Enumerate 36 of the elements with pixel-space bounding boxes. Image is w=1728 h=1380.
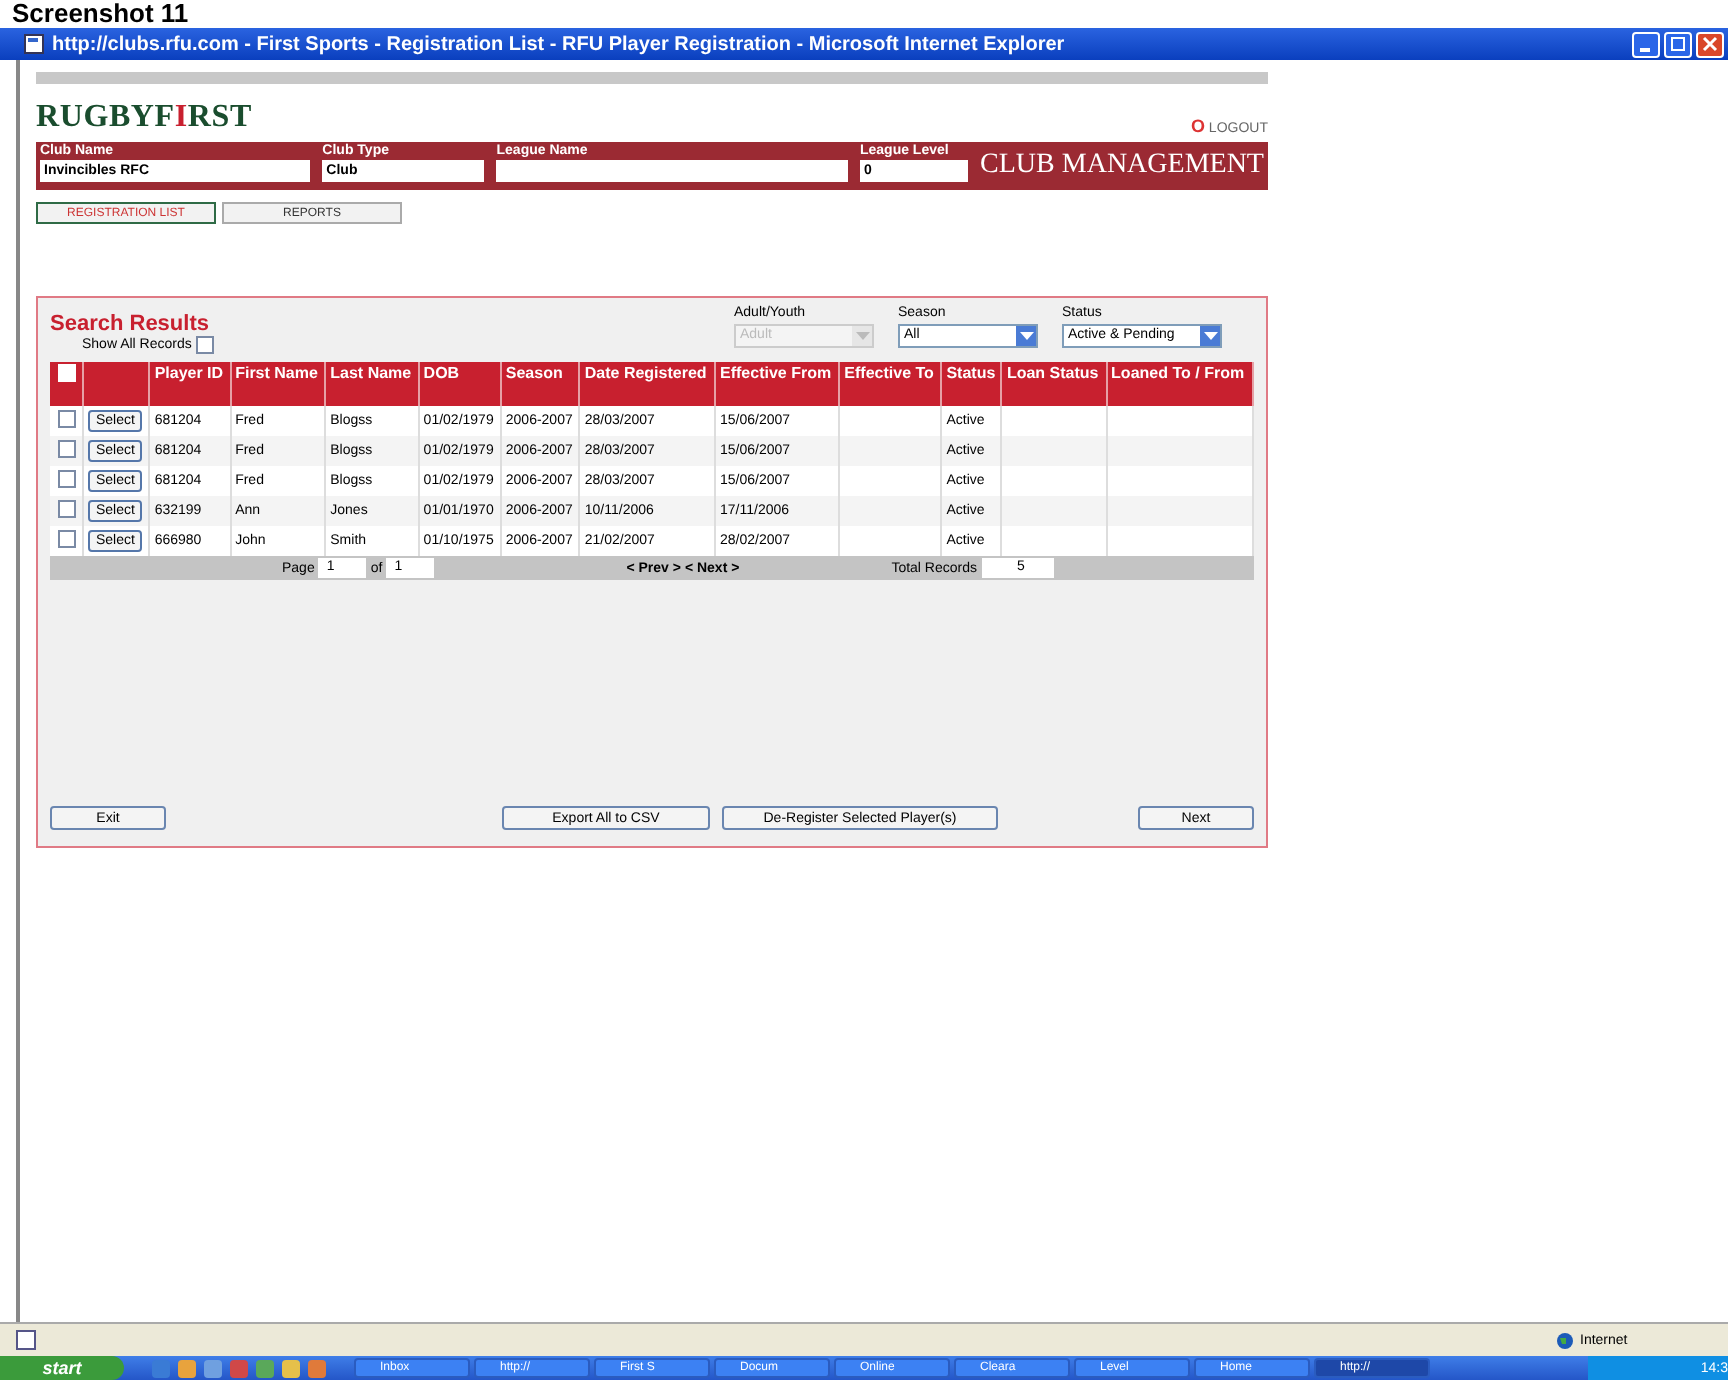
row-checkbox[interactable]	[57, 500, 75, 518]
page-icon	[16, 1330, 36, 1350]
row-checkbox[interactable]	[57, 470, 75, 488]
column-header: Last Name	[325, 362, 419, 406]
club-field[interactable]	[496, 160, 848, 182]
caret-icon	[855, 331, 869, 341]
caret-icon	[1019, 331, 1033, 341]
checkbox[interactable]	[195, 336, 214, 354]
column-header: Loan Status	[1001, 362, 1107, 406]
panel-title: Search Results	[50, 312, 211, 336]
maximize-button[interactable]	[1664, 31, 1692, 57]
page-icon	[24, 34, 44, 54]
close-icon	[1702, 36, 1718, 52]
maximize-icon	[1670, 36, 1686, 52]
screenshot-heading: Screenshot 11	[10, 0, 189, 28]
banner-title: CLUB MANAGEMENT	[980, 150, 1264, 182]
column-header: Player ID	[149, 362, 231, 406]
column-header: Effective To	[839, 362, 942, 406]
column-header: Effective From	[715, 362, 840, 406]
select-all-checkbox[interactable]	[57, 364, 75, 382]
column-header: DOB	[418, 362, 501, 406]
start-button[interactable]: start	[0, 1356, 124, 1380]
window-title: http://clubs.rfu.com - First Sports - Registration List - RFU Player Registration - Microsoft Internet Explorer	[52, 33, 1067, 55]
globe-icon	[1556, 1331, 1574, 1349]
logo: RUGBYFIRST	[36, 100, 252, 136]
minimize-button[interactable]	[1632, 31, 1660, 57]
column-header: Season	[500, 362, 580, 406]
column-header: Date Registered	[579, 362, 716, 406]
row-checkbox[interactable]	[57, 410, 75, 428]
close-button[interactable]	[1696, 31, 1724, 57]
column-header: Status	[941, 362, 1002, 406]
caret-icon	[1203, 331, 1217, 341]
column-header: First Name	[230, 362, 326, 406]
column-header: Loaned To / From	[1106, 362, 1253, 406]
row-checkbox[interactable]	[57, 530, 75, 548]
row-checkbox[interactable]	[57, 440, 75, 458]
